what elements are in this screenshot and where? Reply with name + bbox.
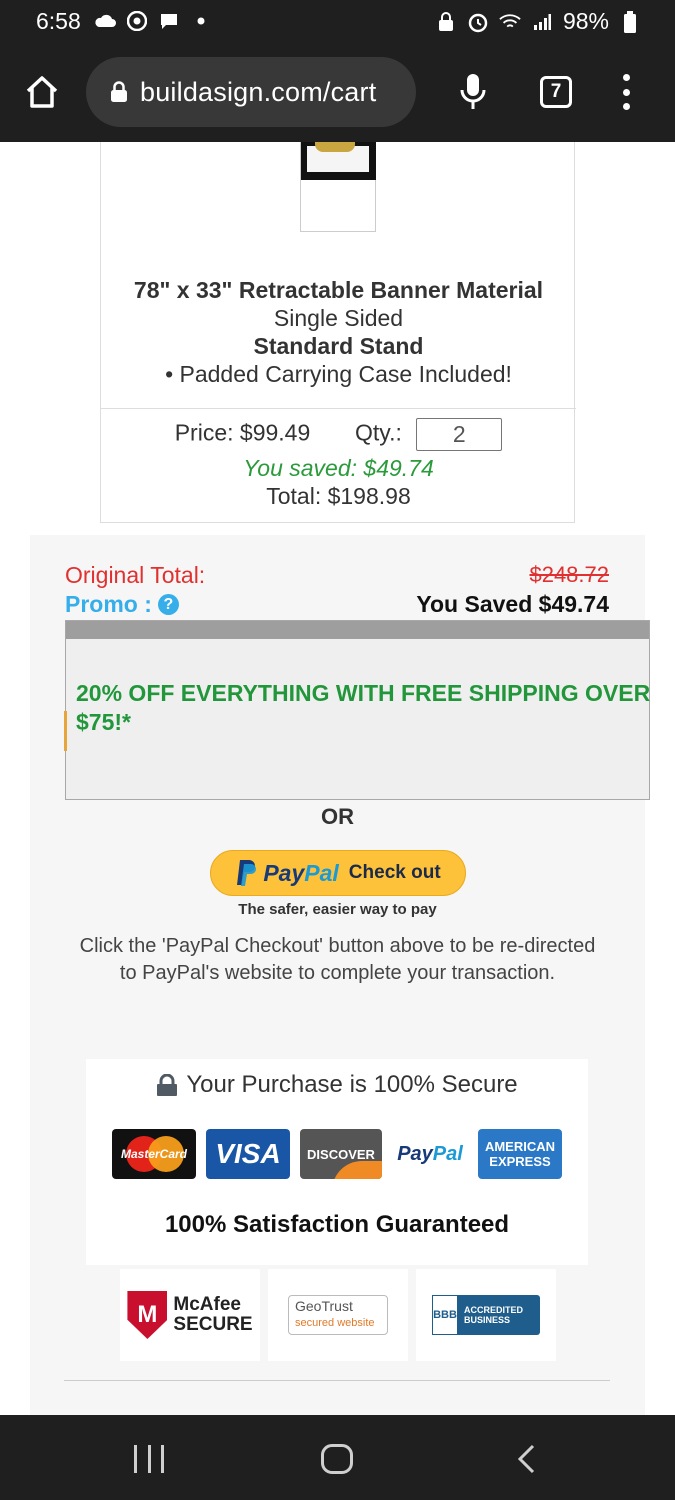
lock-status-icon [435,11,457,33]
divider [64,1380,610,1381]
mcafee-secure: SECURE [173,1314,253,1335]
cloud-icon [94,10,116,32]
visa-logo: VISA [206,1129,290,1179]
cart-item: 78" x 33" Retractable Banner Material Si… [100,142,576,523]
url-text: buildasign.com/cart [140,76,377,107]
discover-logo: DISCOVER [300,1129,382,1179]
recent-apps-icon[interactable] [134,1445,164,1473]
browser-toolbar: buildasign.com/cart 7 [0,44,675,142]
notification-icons [94,10,212,32]
promo-bar [66,621,649,639]
mcafee-badge[interactable]: M McAfee SECURE [120,1269,260,1361]
product-stand: Standard Stand [253,333,424,359]
payment-methods: MasterCard VISA DISCOVER PayPal AMERICAN… [112,1127,562,1181]
battery-icon [619,10,641,33]
signal-icon [531,11,553,33]
promo-banner: 20% OFF EVERYTHING WITH FREE SHIPPING OV… [64,620,651,800]
qty-label: Qty.: [355,419,402,446]
battery-percent: 98% [562,8,609,34]
item-savings: You saved: $49.74 [243,455,434,481]
help-icon[interactable]: ? [157,594,179,615]
secure-purchase-box: Your Purchase is 100% Secure MasterCard … [86,1059,588,1265]
paypal-tagline: The safer, easier way to pay [238,901,437,918]
product-sides: Single Sided [273,305,404,331]
geotrust-sub: secured website [295,1317,375,1329]
mcafee-name: McAfee [173,1294,241,1315]
paypal-checkout-button[interactable]: PayPal Check out [210,850,466,896]
product-thumbnail[interactable] [300,142,376,232]
overflow-menu-icon[interactable] [614,74,638,110]
quantity-input[interactable]: 2 [416,418,503,451]
original-total-value: $248.72 [529,562,609,587]
system-nav-bar [0,1415,675,1500]
alarm-icon [467,11,489,33]
paypal-icon [237,860,257,886]
bbb-text: ACCREDITED BUSINESS [464,1305,524,1325]
back-icon[interactable] [515,1443,539,1475]
paypal-description: Click the 'PayPal Checkout' button above… [79,935,596,984]
secure-title: Your Purchase is 100% Secure [86,1071,588,1099]
original-total-label: Original Total: [65,562,206,588]
item-total: Total: $198.98 [266,483,411,509]
paypal-logo: PayPal [397,1142,463,1165]
microphone-icon[interactable] [458,72,488,112]
mcafee-shield-icon: M [127,1291,168,1339]
padlock-icon [157,1074,178,1096]
product-extra: • Padded Carrying Case Included! [165,361,512,387]
cart-page: 78" x 33" Retractable Banner Material Si… [0,142,675,1415]
promo-message: 20% OFF EVERYTHING WITH FREE SHIPPING OV… [76,680,651,735]
trust-badges: M McAfee SECURE GeoTrust secured website… [120,1269,556,1361]
tab-switcher-button[interactable]: 7 [540,76,572,108]
price-row: Price: $99.49 Qty.: 2 [101,418,576,451]
divider [101,408,576,409]
secure-title-text: Your Purchase is 100% Secure [186,1071,518,1098]
geotrust-badge[interactable]: GeoTrust secured website [268,1269,408,1361]
status-bar: 6:58 98% [0,0,675,44]
promo-label-text: Promo : [65,591,152,617]
bbb-badge[interactable]: BBB ACCREDITED BUSINESS [416,1269,556,1361]
promo-accent [64,711,67,751]
product-title: 78" x 33" Retractable Banner Material [133,277,544,303]
paypal-pal-text: Pal [304,859,339,886]
or-separator: OR [321,804,354,829]
bbb-seal-icon: BBB [432,1295,459,1335]
unit-price: Price: $99.49 [174,419,311,446]
tab-count: 7 [550,81,562,102]
mastercard-logo: MasterCard [112,1129,196,1179]
satisfaction-guarantee: 100% Satisfaction Guaranteed [164,1211,510,1238]
status-time: 6:58 [36,8,81,34]
you-saved-total: You Saved $49.74 [416,591,609,617]
chrome-icon [126,10,148,32]
wifi-icon [499,11,521,33]
address-bar[interactable]: buildasign.com/cart [86,57,416,127]
promo-label: Promo : ? [65,591,179,618]
paypal-pay-text: Pay [263,859,305,886]
chat-icon [158,10,180,32]
amex-logo: AMERICAN EXPRESS [478,1129,562,1179]
order-summary: Original Total: $248.72 Promo : ? You Sa… [30,535,650,1415]
paypal-checkout-text: Check out [348,862,441,883]
lock-icon [111,81,127,102]
status-right: 98% [435,8,641,35]
home-icon[interactable] [24,74,60,110]
home-nav-icon[interactable] [321,1444,353,1474]
dot-icon [190,10,212,32]
geotrust-name: GeoTrust [295,1298,353,1314]
